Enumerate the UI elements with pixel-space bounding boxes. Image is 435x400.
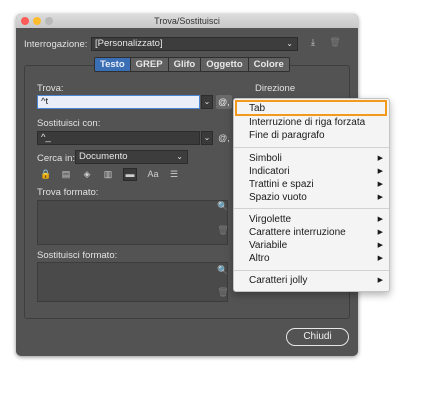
title-bar: Trova/Sostituisci — [16, 14, 358, 28]
delete-query-icon[interactable]: 🗑 — [328, 37, 342, 51]
chevron-down-icon: ⌄ — [286, 39, 293, 48]
menu-item-label: Carattere interruzione — [249, 227, 346, 238]
replace-history-dropdown[interactable]: ⌄ — [201, 131, 213, 145]
menu-item-label: Virgolette — [249, 214, 292, 225]
submenu-arrow-icon: ▶ — [377, 242, 383, 249]
hidden-layers-icon[interactable]: ◈ — [80, 169, 94, 181]
whole-word-icon[interactable]: ☰ — [167, 169, 181, 181]
find-label: Trova: — [37, 83, 64, 94]
menu-item-label: Trattini e spazi — [249, 179, 314, 190]
replace-special-characters-button[interactable]: @, — [216, 131, 232, 145]
clear-replace-format-icon[interactable]: 🗑 — [216, 287, 230, 299]
menu-separator — [234, 147, 389, 148]
menu-item-tab[interactable]: Tab — [249, 102, 383, 115]
query-select[interactable]: [Personalizzato] ⌄ — [91, 37, 298, 51]
tab-bar: Testo GREP Glifo Oggetto Colore — [94, 57, 290, 72]
tab-testo[interactable]: Testo — [95, 58, 131, 71]
replace-input[interactable]: ^_ — [37, 131, 200, 145]
replace-value: ^_ — [41, 132, 51, 143]
minimize-window-icon[interactable] — [33, 17, 41, 25]
locked-layers-icon[interactable]: 🔒 — [39, 169, 53, 181]
menu-item-markers[interactable]: Indicatori ▶ — [249, 165, 383, 178]
menu-item-symbols[interactable]: Simboli ▶ — [249, 152, 383, 165]
menu-item-label: Caratteri jolly — [249, 275, 308, 286]
menu-item-label: Altro — [249, 253, 270, 264]
locked-stories-icon[interactable]: ▤ — [59, 169, 73, 181]
menu-item-white-space[interactable]: Spazio vuoto ▶ — [249, 191, 383, 204]
chevron-down-icon: ⌄ — [176, 152, 183, 161]
tab-colore[interactable]: Colore — [248, 58, 289, 71]
submenu-arrow-icon: ▶ — [377, 255, 383, 262]
chevron-down-icon: ⌄ — [203, 97, 211, 106]
submenu-arrow-icon: ▶ — [377, 194, 383, 201]
find-history-dropdown[interactable]: ⌄ — [201, 95, 213, 109]
menu-item-label: Simboli — [249, 153, 282, 164]
close-window-icon[interactable] — [21, 17, 29, 25]
menu-item-label: Indicatori — [249, 166, 290, 177]
submenu-arrow-icon: ▶ — [377, 168, 383, 175]
chevron-down-icon: ⌄ — [203, 133, 211, 142]
menu-separator — [234, 208, 389, 209]
submenu-arrow-icon: ▶ — [377, 277, 383, 284]
submenu-arrow-icon: ▶ — [377, 155, 383, 162]
find-input[interactable]: ^t — [37, 95, 200, 109]
find-format-box[interactable] — [37, 200, 228, 245]
special-characters-button[interactable]: @, — [216, 95, 232, 109]
search-in-label: Cerca in: — [37, 153, 76, 164]
save-query-icon[interactable]: ⤓ — [306, 37, 320, 51]
find-format-label: Trova formato: — [37, 187, 99, 198]
replace-format-box[interactable] — [37, 262, 228, 302]
submenu-arrow-icon: ▶ — [377, 216, 383, 223]
menu-item-wildcards[interactable]: Caratteri jolly ▶ — [249, 274, 383, 287]
direction-label: Direzione — [255, 83, 296, 94]
search-in-select[interactable]: Documento ⌄ — [75, 150, 188, 164]
menu-item-forced-line-break[interactable]: Interruzione di riga forzata — [249, 116, 383, 129]
tab-grep[interactable]: GREP — [130, 58, 169, 71]
clear-find-format-icon[interactable]: 🗑 — [216, 225, 230, 237]
menu-item-variable[interactable]: Variabile ▶ — [249, 239, 383, 252]
query-value: [Personalizzato] — [95, 38, 163, 49]
find-format-settings-icon[interactable]: 🔍 — [216, 201, 230, 213]
menu-item-other[interactable]: Altro ▶ — [249, 252, 383, 265]
tab-glifo[interactable]: Glifo — [168, 58, 202, 71]
close-button[interactable]: Chiudi — [286, 328, 349, 346]
window-title: Trova/Sostituisci — [154, 16, 220, 26]
replace-label: Sostituisci con: — [37, 118, 101, 129]
menu-item-hyphens-spaces[interactable]: Trattini e spazi ▶ — [249, 178, 383, 191]
zoom-window-icon[interactable] — [45, 17, 53, 25]
menu-item-quotation-marks[interactable]: Virgolette ▶ — [249, 213, 383, 226]
search-in-value: Documento — [79, 151, 128, 162]
submenu-arrow-icon: ▶ — [377, 229, 383, 236]
menu-item-label: Variabile — [249, 240, 288, 251]
submenu-arrow-icon: ▶ — [377, 181, 383, 188]
replace-format-settings-icon[interactable]: 🔍 — [216, 265, 230, 277]
replace-format-label: Sostituisci formato: — [37, 250, 118, 261]
menu-separator — [234, 270, 389, 271]
master-pages-icon[interactable]: ▥ — [101, 169, 115, 181]
find-value: ^t — [41, 96, 49, 107]
menu-item-end-of-paragraph[interactable]: Fine di paragrafo — [249, 129, 383, 142]
menu-item-break-character[interactable]: Carattere interruzione ▶ — [249, 226, 383, 239]
menu-item-label: Spazio vuoto — [249, 192, 307, 203]
query-label: Interrogazione: — [24, 39, 88, 50]
footnotes-icon[interactable]: ▬ — [123, 168, 137, 181]
special-characters-menu: Tab Interruzione di riga forzata Fine di… — [233, 98, 390, 292]
case-sensitive-icon[interactable]: Aa — [145, 169, 161, 181]
tab-oggetto[interactable]: Oggetto — [201, 58, 249, 71]
